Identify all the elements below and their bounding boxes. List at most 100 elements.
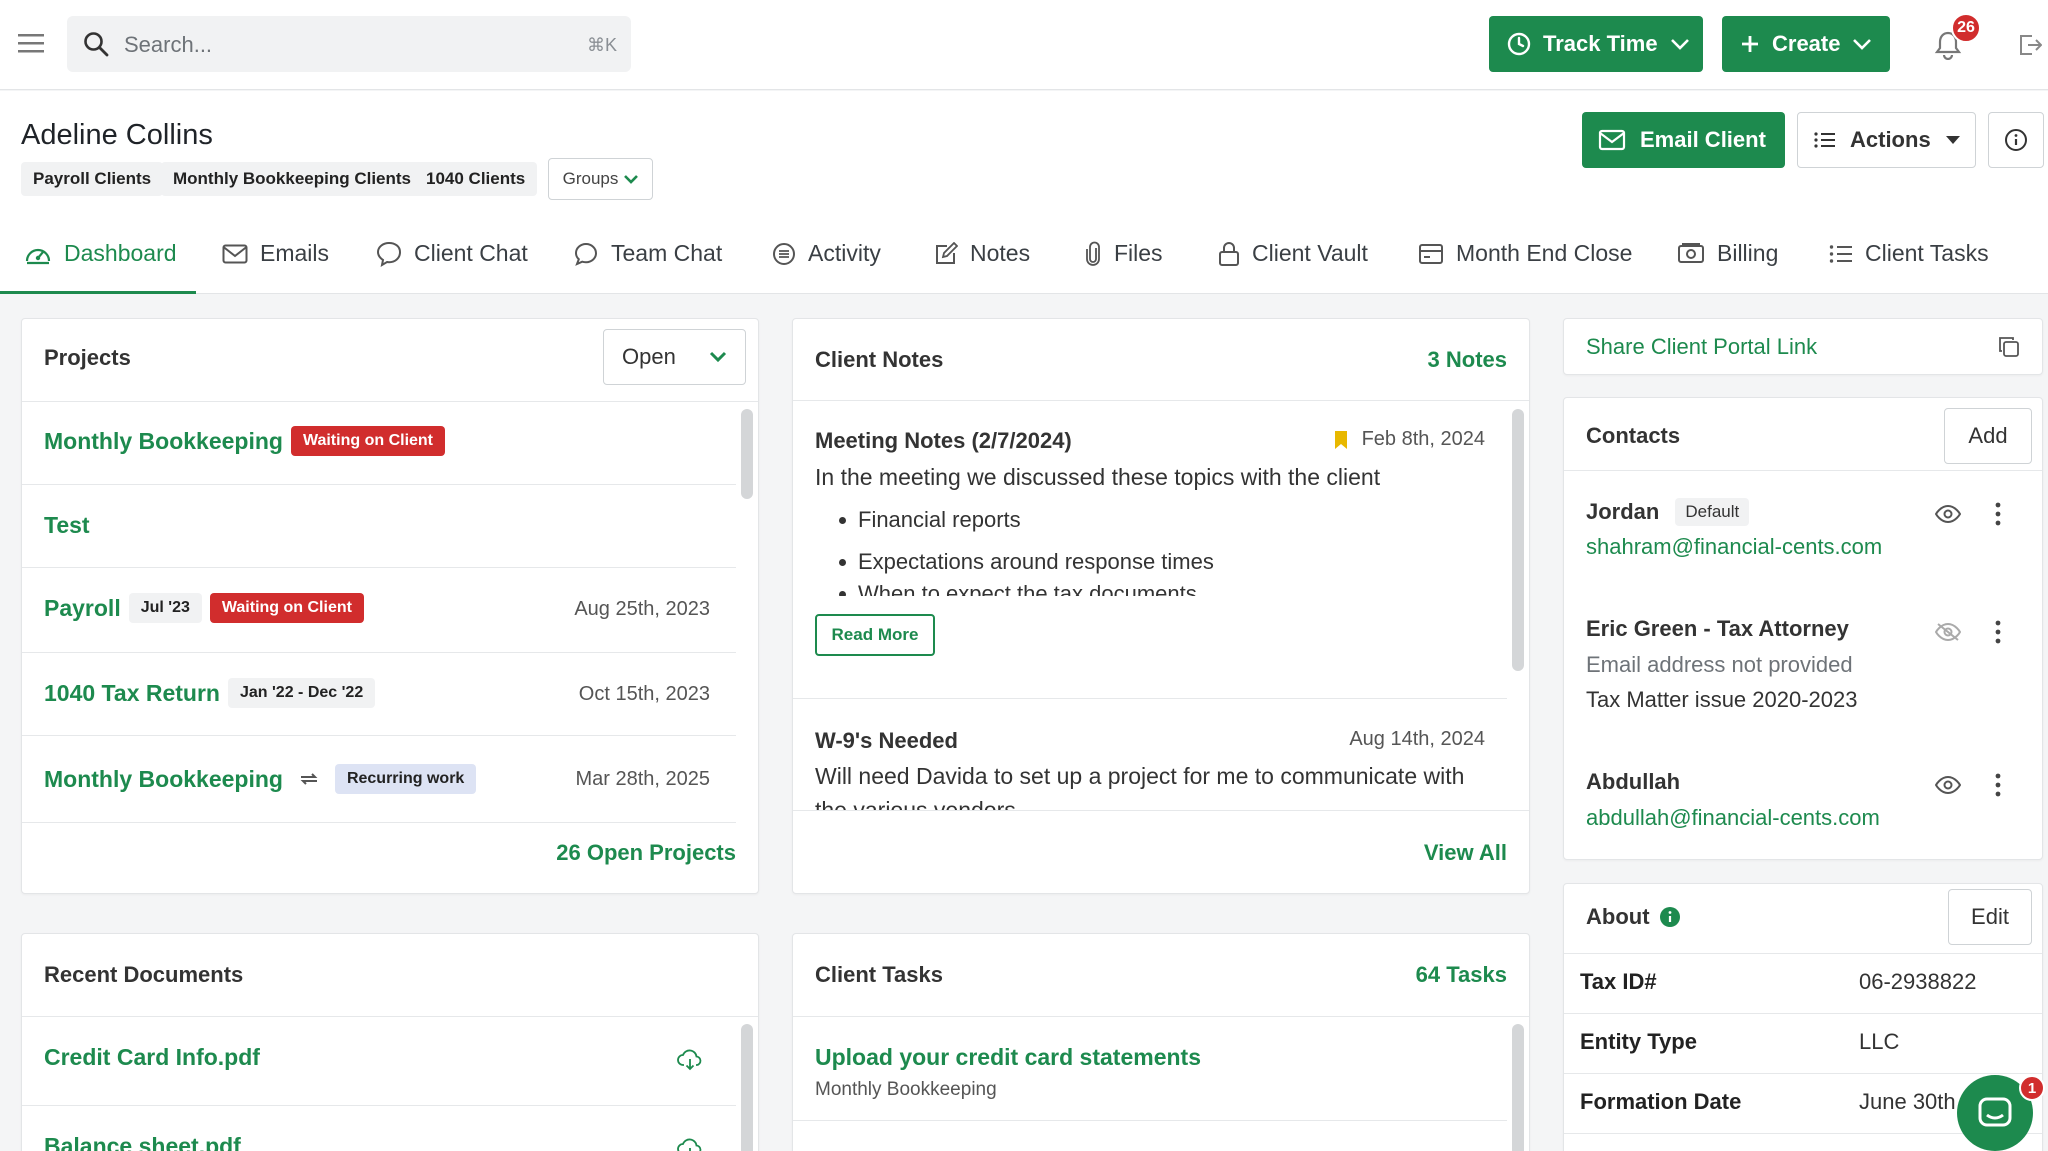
tab-month-end-close[interactable]: Month End Close <box>1418 213 1632 294</box>
create-button[interactable]: Create <box>1722 16 1890 72</box>
notes-scrollbar[interactable] <box>1512 409 1524 671</box>
cloud-download-icon[interactable] <box>677 1138 703 1151</box>
note-item[interactable]: W-9's Needed Aug 14th, 2024 Will need Da… <box>793 700 1507 810</box>
share-portal-card[interactable]: Share Client Portal Link <box>1563 318 2043 375</box>
chat-unread-badge: 1 <box>2019 1075 2045 1101</box>
contact-item[interactable]: Jordan Default <box>1586 498 1750 526</box>
actions-dropdown[interactable]: Actions <box>1797 112 1976 168</box>
notes-count-link[interactable]: 3 Notes <box>1428 347 1507 373</box>
search-placeholder: Search... <box>124 32 213 57</box>
tab-billing[interactable]: Billing <box>1677 213 1778 294</box>
track-time-button[interactable]: Track Time <box>1489 16 1703 72</box>
edit-about-button[interactable]: Edit <box>1948 889 2032 945</box>
tasks-scrollbar[interactable] <box>1512 1024 1524 1151</box>
tab-notes[interactable]: Notes <box>934 213 1030 294</box>
project-name[interactable]: 1040 Tax Return <box>44 680 220 707</box>
about-field-value: 06-2938822 <box>1859 969 1977 994</box>
note-date: Aug 14th, 2024 <box>1349 728 1485 750</box>
tab-client-vault[interactable]: Client Vault <box>1218 213 1368 294</box>
tab-client-chat[interactable]: Client Chat <box>376 213 528 294</box>
read-more-button[interactable]: Read More <box>815 614 935 656</box>
document-row[interactable]: Credit Card Info.pdf <box>22 1017 736 1106</box>
client-tag[interactable]: Monthly Bookkeeping Clients <box>161 162 424 196</box>
caret-down-icon <box>1945 136 1960 144</box>
note-bullet: Financial reports <box>839 507 1021 533</box>
note-item[interactable]: Meeting Notes (2/7/2024) Feb 8th, 2024 I… <box>793 401 1507 699</box>
search-bar[interactable]: Search... ⌘K <box>67 16 631 72</box>
tab-files[interactable]: Files <box>1084 213 1163 294</box>
paperclip-icon <box>1086 241 1100 266</box>
project-name[interactable]: Monthly Bookkeeping <box>44 428 283 455</box>
projects-scrollbar[interactable] <box>741 409 753 499</box>
projects-filter-dropdown[interactable]: Open <box>603 329 746 385</box>
about-title: About <box>1586 904 1650 929</box>
client-tasks-card: Client Tasks 64 Tasks Upload your credit… <box>792 933 1530 1151</box>
project-row[interactable]: 1040 Tax Return Jan '22 - Dec '22 Oct 15… <box>22 653 736 736</box>
active-tab-indicator <box>0 291 196 294</box>
project-row[interactable]: Test <box>22 485 736 568</box>
document-row[interactable]: Balance sheet.pdf <box>22 1106 736 1151</box>
period-badge: Jul '23 <box>128 593 202 623</box>
task-row[interactable]: Upload your credit card statements Month… <box>793 1017 1507 1121</box>
more-vertical-icon[interactable] <box>1994 620 2002 644</box>
tab-label: Files <box>1114 240 1163 266</box>
hamburger-menu-icon[interactable] <box>18 31 46 55</box>
info-icon[interactable] <box>1659 907 1680 927</box>
eye-icon[interactable] <box>1935 505 1961 523</box>
actions-label: Actions <box>1850 127 1931 152</box>
cloud-download-icon[interactable] <box>677 1049 703 1071</box>
project-row[interactable]: Monthly Bookkeeping Waiting on Client <box>22 402 736 485</box>
track-time-label: Track Time <box>1543 31 1658 56</box>
open-projects-link[interactable]: 26 Open Projects <box>556 840 736 866</box>
share-portal-link[interactable]: Share Client Portal Link <box>1586 334 1817 360</box>
tab-team-chat[interactable]: Team Chat <box>573 213 722 294</box>
logout-icon[interactable] <box>2016 32 2042 58</box>
recent-documents-title: Recent Documents <box>44 962 244 987</box>
eye-off-icon[interactable] <box>1935 622 1961 642</box>
plus-icon <box>1742 36 1758 52</box>
groups-dropdown[interactable]: Groups <box>548 158 653 200</box>
note-date: Feb 8th, 2024 <box>1361 428 1485 450</box>
task-project: Monthly Bookkeeping <box>815 1079 997 1100</box>
document-name[interactable]: Balance sheet.pdf <box>44 1133 241 1151</box>
contact-name[interactable]: Abdullah <box>1586 769 1680 795</box>
project-name[interactable]: Payroll <box>44 595 121 622</box>
eye-icon[interactable] <box>1935 776 1961 794</box>
chevron-down-icon <box>1853 39 1872 50</box>
email-client-button[interactable]: Email Client <box>1582 112 1785 168</box>
tab-label: Client Tasks <box>1865 240 1989 266</box>
status-badge: Waiting on Client <box>209 593 364 623</box>
search-icon <box>83 31 109 57</box>
add-contact-button[interactable]: Add <box>1944 408 2032 464</box>
project-name[interactable]: Test <box>44 512 90 539</box>
contact-email[interactable]: shahram@financial-cents.com <box>1586 534 1882 560</box>
tab-activity[interactable]: Activity <box>772 213 881 294</box>
contact-email[interactable]: abdullah@financial-cents.com <box>1586 805 1880 831</box>
document-name[interactable]: Credit Card Info.pdf <box>44 1044 260 1071</box>
tasks-count-link[interactable]: 64 Tasks <box>1416 962 1507 988</box>
tab-emails[interactable]: Emails <box>222 213 329 294</box>
project-row[interactable]: Monthly Bookkeeping Recurring work Mar 2… <box>22 736 736 823</box>
project-name[interactable]: Monthly Bookkeeping <box>44 766 283 793</box>
info-button[interactable] <box>1988 112 2044 168</box>
list-icon <box>1829 244 1852 263</box>
client-tag[interactable]: 1040 Clients <box>414 162 538 196</box>
contact-name[interactable]: Eric Green - Tax Attorney <box>1586 616 1849 642</box>
contact-note: Tax Matter issue 2020-2023 <box>1586 687 1858 712</box>
task-title[interactable]: Upload your credit card statements <box>815 1044 1201 1071</box>
email-client-label: Email Client <box>1640 127 1766 152</box>
tab-client-tasks[interactable]: Client Tasks <box>1829 213 1989 294</box>
note-bullet: Expectations around response times <box>839 549 1214 575</box>
more-vertical-icon[interactable] <box>1994 773 2002 797</box>
project-row[interactable]: Payroll Jul '23 Waiting on Client Aug 25… <box>22 568 736 653</box>
client-tag[interactable]: Payroll Clients <box>21 162 164 196</box>
contact-name: Jordan <box>1586 499 1660 524</box>
documents-scrollbar[interactable] <box>741 1024 753 1151</box>
note-title: Meeting Notes (2/7/2024) <box>815 428 1072 453</box>
copy-icon[interactable] <box>1998 336 2020 358</box>
view-all-notes-link[interactable]: View All <box>1424 840 1507 866</box>
tab-dashboard[interactable]: Dashboard <box>24 213 177 294</box>
more-vertical-icon[interactable] <box>1994 502 2002 526</box>
contact-email-missing: Email address not provided <box>1586 652 1853 677</box>
about-field-label: Entity Type <box>1580 1029 1697 1054</box>
